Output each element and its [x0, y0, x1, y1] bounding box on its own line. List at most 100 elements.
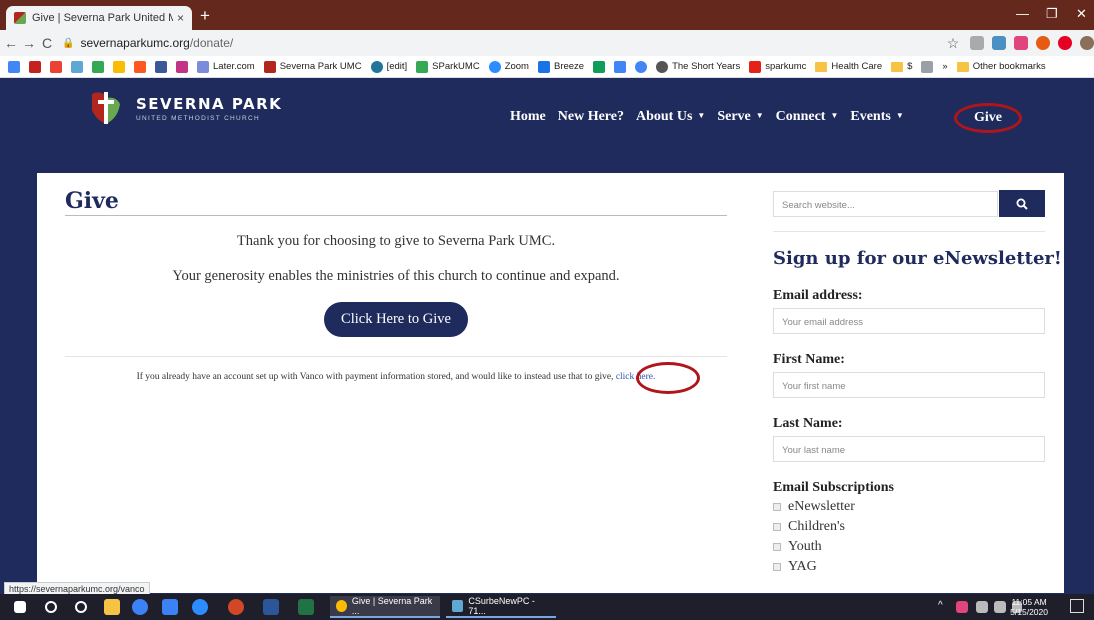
url-path: /donate/ [189, 36, 234, 50]
bookmark-icon[interactable] [29, 60, 41, 73]
battery-icon[interactable] [994, 601, 1006, 613]
nav-serve[interactable]: Serve ▼ [717, 109, 763, 125]
taskbar-app-remote[interactable]: CSurbeNewPC - 71... [446, 596, 556, 618]
file-explorer-icon[interactable] [104, 599, 120, 615]
cortana-icon[interactable] [75, 601, 87, 613]
nav-home[interactable]: Home [510, 109, 546, 125]
bookmark-item[interactable]: Zoom [488, 60, 529, 73]
bookmark-icon[interactable] [134, 60, 146, 73]
bookmark-folder[interactable]: $ [891, 61, 912, 72]
excel-icon[interactable] [298, 599, 314, 615]
logo-subtitle: UNITED METHODIST CHURCH [136, 115, 261, 122]
bookmark-label: SParkUMC [432, 61, 480, 72]
drive-icon[interactable] [92, 60, 104, 73]
taskbar-app-chrome[interactable]: Give | Severna Park ... [330, 596, 440, 618]
content-area: Give Thank you for choosing to give to S… [37, 173, 1064, 593]
youtube-icon [749, 60, 762, 73]
nav-give[interactable]: Give [954, 103, 1022, 133]
nav-events[interactable]: Events ▼ [850, 109, 903, 125]
caret-down-icon: ▼ [755, 111, 764, 120]
last-name-field[interactable]: Your last name [773, 436, 1045, 462]
subscription-checkbox[interactable]: eNewsletter [773, 499, 855, 515]
bookmark-label: $ [907, 61, 913, 72]
bookmark-item[interactable]: [edit] [370, 60, 407, 73]
minimize-button[interactable]: — [1016, 6, 1029, 21]
new-tab-button[interactable]: + [200, 6, 210, 26]
nav-label: Serve [717, 109, 751, 124]
site-logo[interactable]: SEVERNA PARK UNITED METHODIST CHURCH [136, 95, 282, 122]
bookmarks-overflow[interactable]: » [942, 61, 947, 72]
subscription-checkbox[interactable]: Children's [773, 519, 845, 535]
email-field[interactable]: Your email address [773, 308, 1045, 334]
first-name-label: First Name: [773, 352, 845, 367]
bookmark-item[interactable]: The Short Years [656, 60, 740, 73]
first-name-field[interactable]: Your first name [773, 372, 1045, 398]
folder-icon [891, 61, 904, 72]
bookmark-item[interactable]: SParkUMC [416, 60, 480, 73]
zoom-icon[interactable] [192, 599, 208, 615]
app-icon[interactable] [162, 599, 178, 615]
facebook-icon[interactable] [155, 60, 167, 73]
last-name-label: Last Name: [773, 416, 843, 431]
notifications-icon[interactable] [1070, 599, 1084, 613]
taskbar-app-label: Give | Severna Park ... [351, 596, 433, 616]
extension-icon[interactable] [992, 36, 1006, 50]
bookmark-icon[interactable] [593, 60, 606, 73]
clock-date: 5/15/2020 [1010, 607, 1048, 617]
email-subscriptions-label: Email Subscriptions [773, 480, 894, 495]
bookmark-folder[interactable]: Health Care [815, 61, 882, 72]
bookmark-item[interactable]: sparkumc [749, 60, 807, 73]
back-button[interactable]: ← [4, 35, 18, 51]
taskbar-clock[interactable]: 11:05 AM 5/15/2020 [1010, 597, 1048, 617]
extension-icon[interactable] [1036, 36, 1050, 50]
calendar-bookmark-icon[interactable] [8, 60, 20, 73]
tab-close-icon[interactable]: × [177, 11, 184, 25]
nav-connect[interactable]: Connect ▼ [776, 109, 839, 125]
click-here-to-give-button[interactable]: Click Here to Give [324, 302, 468, 337]
search-button[interactable] [999, 190, 1045, 217]
windows-start-icon[interactable] [14, 601, 26, 613]
bookmark-icon[interactable] [71, 60, 83, 73]
church-logo-icon[interactable] [90, 90, 122, 126]
powerpoint-icon[interactable] [228, 599, 244, 615]
bookmark-item[interactable]: Later.com [197, 60, 255, 73]
tray-overflow-icon[interactable]: ^ [938, 600, 943, 611]
caret-down-icon: ▼ [830, 111, 839, 120]
bookmark-icon[interactable] [614, 60, 627, 73]
subscription-checkbox[interactable]: YAG [773, 559, 817, 575]
extension-icon[interactable] [1014, 36, 1028, 50]
browser-tab-give[interactable]: Give | Severna Park United Metho × [6, 6, 192, 30]
bookmarks-bar: Later.com Severna Park UMC [edit] SParkU… [0, 56, 1094, 78]
bookmark-icon[interactable] [921, 60, 934, 73]
bookmark-item[interactable]: Breeze [537, 60, 584, 73]
reload-button[interactable]: C [40, 35, 54, 51]
subscription-checkbox[interactable]: Youth [773, 539, 822, 555]
profile-avatar-icon[interactable] [1080, 36, 1094, 50]
generosity-text: Your generosity enables the ministries o… [172, 268, 620, 284]
search-icon[interactable] [45, 601, 57, 613]
breeze-icon [537, 60, 550, 73]
pinterest-icon[interactable] [1058, 36, 1072, 50]
bookmark-star-icon[interactable]: ☆ [946, 35, 960, 52]
nav-about-us[interactable]: About Us ▼ [636, 109, 705, 125]
wifi-icon[interactable] [976, 601, 988, 613]
bookmark-icon[interactable] [635, 60, 648, 73]
bookmark-label: sparkumc [765, 61, 807, 72]
tray-app-icon[interactable] [956, 601, 968, 613]
search-input[interactable]: Search website... [773, 191, 998, 217]
forward-button[interactable]: → [22, 35, 36, 51]
gmail-icon[interactable] [50, 60, 62, 73]
restore-button[interactable]: ❐ [1046, 6, 1058, 22]
other-bookmarks[interactable]: Other bookmarks [956, 61, 1046, 72]
extension-icon[interactable] [970, 36, 984, 50]
bookmark-icon[interactable] [113, 60, 125, 73]
messenger-icon[interactable] [132, 599, 148, 615]
word-icon[interactable] [263, 599, 279, 615]
nav-new-here[interactable]: New Here? [558, 109, 624, 125]
address-bar[interactable]: 🔒 severnaparkumc.org/donate/ [62, 33, 942, 53]
bookmark-item[interactable]: Severna Park UMC [263, 60, 362, 73]
instagram-icon[interactable] [176, 60, 188, 73]
nav-label: Connect [775, 109, 826, 124]
sidebar-divider [773, 231, 1045, 232]
close-window-button[interactable]: ✕ [1076, 6, 1087, 22]
